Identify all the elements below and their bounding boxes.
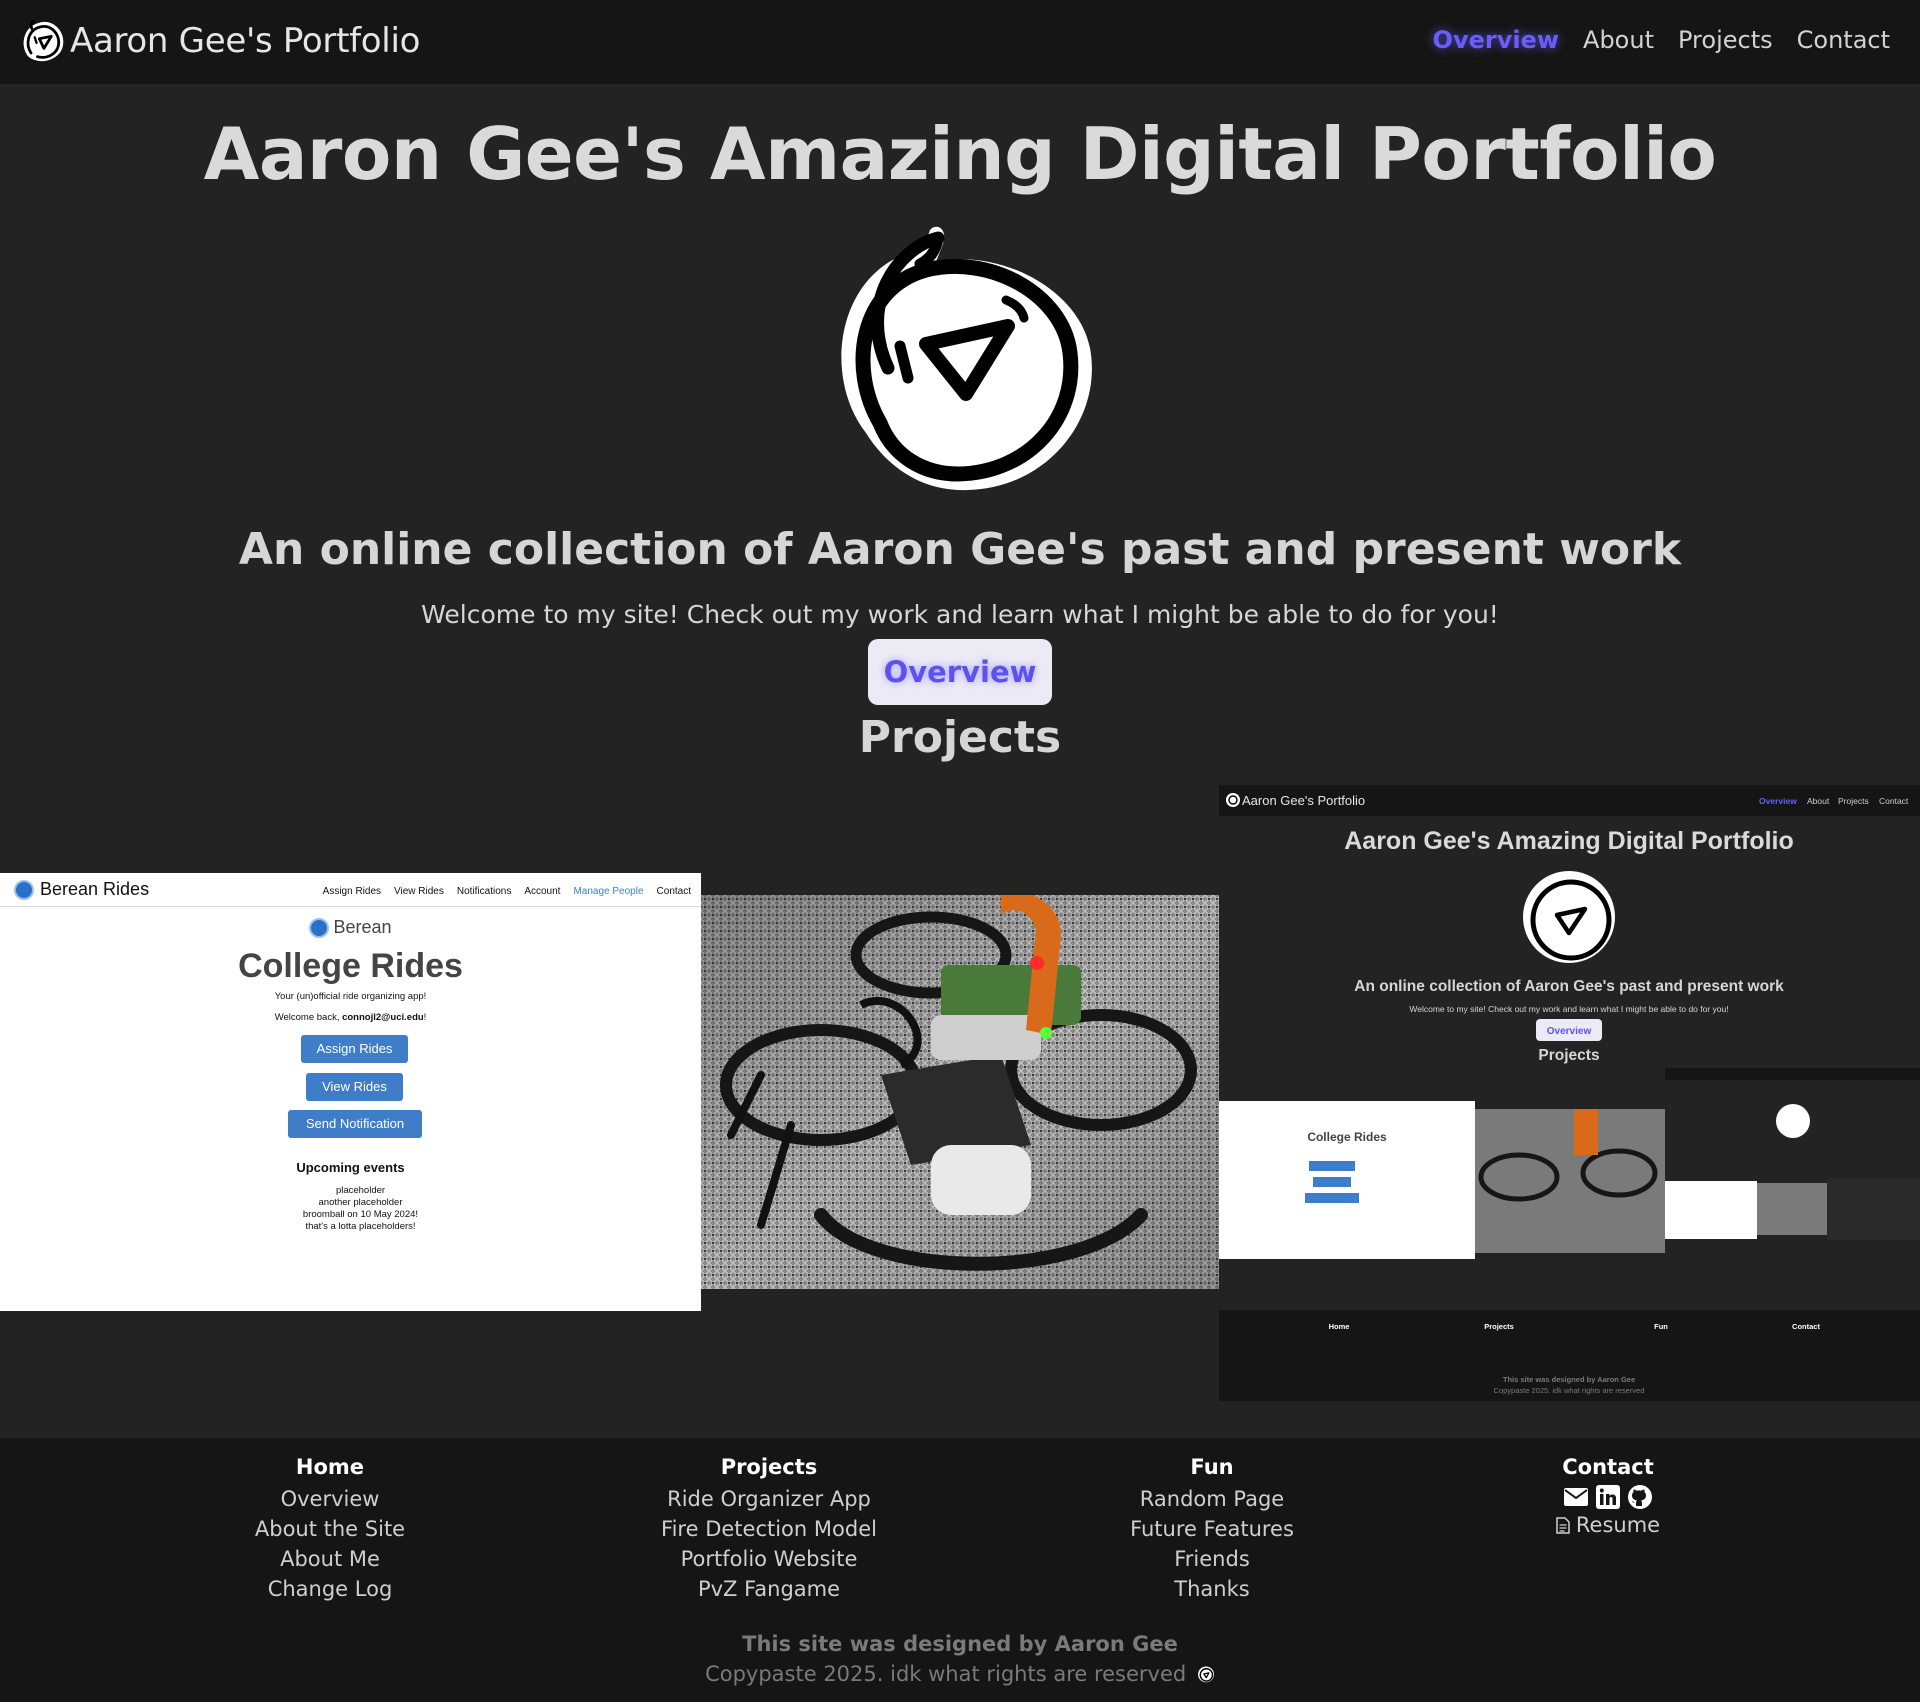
footer-col-projects: Projects Ride Organizer App Fire Detecti… [599, 1454, 939, 1604]
github-icon[interactable] [1628, 1485, 1652, 1509]
rides-navbar: Berean Rides Assign Rides View Rides Not… [0, 873, 701, 907]
shot-subtitle: An online collection of Aaron Gee's past… [1354, 978, 1784, 995]
rides-welcome: Welcome back, connojl2@uci.edu! [0, 1012, 701, 1023]
shot-nav-contact: Contact [1879, 796, 1909, 806]
rides-nav-manage: Manage People [573, 886, 644, 897]
footer-link-ride-organizer[interactable]: Ride Organizer App [599, 1484, 939, 1514]
brand-link[interactable]: Aaron Gee's Portfolio [20, 18, 420, 64]
nav-contact[interactable]: Contact [1797, 26, 1890, 54]
rides-nav-account: Account [524, 886, 561, 897]
rides-events-list: placeholder another placeholder broombal… [0, 1185, 701, 1233]
shot-nav-about: About [1807, 796, 1830, 806]
linkedin-icon[interactable] [1596, 1485, 1620, 1509]
shot-title: Aaron Gee's Amazing Digital Portfolio [1344, 827, 1794, 855]
shot-nav-projects: Projects [1838, 796, 1869, 806]
footer-link-about-site[interactable]: About the Site [160, 1514, 500, 1544]
hand-drawn-smiley-logo-icon [841, 226, 1092, 491]
rides-event-4: that's a lotta placeholders! [305, 1221, 416, 1232]
rides-nav-assign: Assign Rides [322, 886, 382, 897]
footer-col-home: Home Overview About the Site About Me Ch… [160, 1454, 500, 1604]
portfolio-logo-icon [23, 19, 64, 62]
footer-link-portfolio-website[interactable]: Portfolio Website [599, 1544, 939, 1574]
shot-designed: This site was designed by Aaron Gee [1503, 1375, 1635, 1384]
footer-contact-heading: Contact [1562, 1455, 1654, 1479]
page-subtitle: An online collection of Aaron Gee's past… [238, 524, 1682, 575]
drone-with-raspberry-pi-photo [701, 895, 1219, 1289]
navbar: Aaron Gee's Portfolio Overview About Pro… [0, 0, 1920, 84]
rides-event-2: another placeholder [318, 1197, 403, 1208]
footer-projects-heading: Projects [720, 1455, 818, 1479]
nav-links: Overview About Projects Contact [1433, 26, 1890, 54]
rides-nav-notifications: Notifications [456, 886, 512, 897]
shot-footer-fun: Fun [1654, 1322, 1668, 1331]
shot-footer-projects: Projects [1484, 1322, 1514, 1331]
nav-about[interactable]: About [1583, 26, 1654, 54]
rides-nav-view: View Rides [394, 886, 444, 897]
footer-link-friends[interactable]: Friends [1042, 1544, 1382, 1574]
project-card-portfolio-website[interactable]: Aaron Gee's Portfolio Overview About Pro… [1219, 785, 1920, 1401]
page-title: Aaron Gee's Amazing Digital Portfolio [203, 112, 1717, 196]
shot-nav-overview: Overview [1759, 796, 1797, 806]
footer-link-pvz-fangame[interactable]: PvZ Fangame [599, 1574, 939, 1604]
rides-welcome-prefix: Welcome back, [274, 1012, 343, 1023]
project-card-ride-organizer[interactable]: Berean Rides Assign Rides View Rides Not… [0, 873, 701, 1311]
footer-link-overview[interactable]: Overview [160, 1484, 500, 1514]
overview-button[interactable]: Overview [868, 639, 1052, 705]
shot-projects: Projects [1538, 1047, 1599, 1064]
footer-link-fire-detection[interactable]: Fire Detection Model [599, 1514, 939, 1544]
brand-name: Aaron Gee's Portfolio [70, 21, 421, 61]
rides-welcome-user: connojl2@uci.edu [342, 1012, 424, 1023]
rides-brand-name: Berean Rides [40, 879, 150, 899]
berean-logo-icon [14, 879, 34, 900]
copyright-text: Copypaste 2025. idk what rights are rese… [705, 1662, 1187, 1686]
welcome-text: Welcome to my site! Check out my work an… [421, 600, 1499, 629]
copyright: Copypaste 2025. idk what rights are rese… [0, 1662, 1920, 1686]
resume-label[interactable]: Resume [1576, 1512, 1660, 1538]
small-smiley-logo-icon [1198, 1666, 1214, 1683]
footer-link-thanks[interactable]: Thanks [1042, 1574, 1382, 1604]
rides-welcome-suffix: ! [423, 1012, 427, 1023]
rides-nav-links: Assign Rides View Rides Notifications Ac… [323, 886, 691, 897]
footer-link-change-log[interactable]: Change Log [160, 1574, 500, 1604]
rides-logo-text: Berean [333, 917, 392, 937]
portfolio-website-screenshot: Aaron Gee's Portfolio Overview About Pro… [1219, 785, 1920, 1401]
shot-footer-contact: Contact [1792, 1322, 1820, 1331]
footer-home-heading: Home [295, 1455, 365, 1479]
footer-fun-heading: Fun [1190, 1455, 1234, 1479]
rides-nav-contact: Contact [656, 886, 691, 897]
rides-title: College Rides [238, 947, 463, 985]
footer-link-random-page[interactable]: Random Page [1042, 1484, 1382, 1514]
shot-rides-title: College Rides [1307, 1130, 1387, 1144]
designed-by: This site was designed by Aaron Gee [742, 1632, 1178, 1656]
projects-heading: Projects [858, 712, 1062, 763]
shot-overview-btn: Overview [1547, 1026, 1592, 1037]
rides-notify-button: Send Notification [288, 1110, 422, 1138]
rides-tagline: Your (un)official ride organizing app! [274, 991, 427, 1002]
rides-view-button: View Rides [306, 1073, 403, 1101]
footer-col-contact: Contact Resume [1438, 1454, 1778, 1538]
email-icon[interactable] [1564, 1488, 1588, 1506]
contact-icons [1438, 1484, 1778, 1510]
berean-logo-icon [309, 917, 330, 938]
nav-projects[interactable]: Projects [1678, 26, 1773, 54]
rides-event-3: broomball on 10 May 2024! [302, 1209, 419, 1220]
rides-logo: Berean [0, 917, 701, 938]
nav-overview[interactable]: Overview [1433, 26, 1559, 54]
rides-event-1: placeholder [335, 1185, 386, 1196]
rides-assign-button: Assign Rides [301, 1035, 408, 1063]
shot-copy: Copypaste 2025. idk what rights are rese… [1494, 1386, 1645, 1395]
resume-link[interactable]: Resume [1438, 1512, 1778, 1538]
shot-welcome: Welcome to my site! Check out my work an… [1409, 1004, 1728, 1014]
document-icon [1556, 1516, 1570, 1534]
shot-footer-home: Home [1329, 1322, 1350, 1331]
shot-brand: Aaron Gee's Portfolio [1242, 793, 1365, 808]
footer-col-fun: Fun Random Page Future Features Friends … [1042, 1454, 1382, 1604]
rides-brand: Berean Rides [14, 879, 149, 900]
footer-link-about-me[interactable]: About Me [160, 1544, 500, 1574]
rides-events-heading: Upcoming events [296, 1160, 405, 1175]
project-card-fire-detection[interactable] [701, 895, 1219, 1289]
footer-link-future-features[interactable]: Future Features [1042, 1514, 1382, 1544]
